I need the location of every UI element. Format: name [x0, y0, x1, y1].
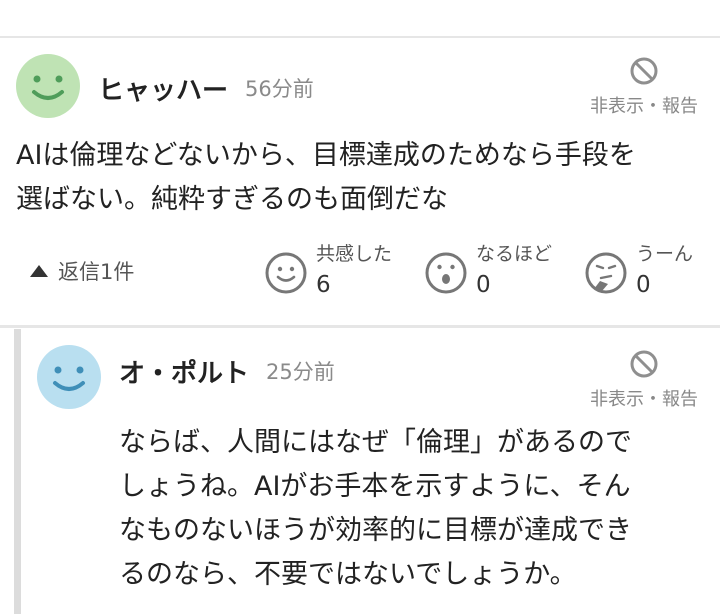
- reaction-count: 0: [636, 272, 651, 298]
- reaction-count: 6: [316, 272, 331, 298]
- timestamp: 25分前: [266, 360, 335, 384]
- comment-body: ならば、人間にはなぜ「倫理」があるので しょうね。AIがお手本を示すように、そん…: [119, 421, 714, 597]
- reaction-label: うーん: [636, 243, 694, 265]
- avatar[interactable]: [16, 54, 80, 118]
- hide-report-label: 非表示・報告: [590, 96, 698, 117]
- comment-body-line: 選ばない。純粋すぎるのも面倒だな: [16, 184, 448, 215]
- comment-body-line: ならば、人間にはなぜ「倫理」があるので: [119, 427, 632, 458]
- hide-report-button[interactable]: 非表示・報告: [579, 349, 709, 411]
- thinking-face-icon: [585, 252, 627, 294]
- reply-count-label: 返信1件: [58, 260, 135, 284]
- comment-body-line: るのなら、不要ではないでしょうか。: [119, 559, 577, 590]
- username[interactable]: ヒャッハー: [98, 70, 228, 107]
- reaction-empathy-button[interactable]: 共感した 6: [264, 239, 392, 298]
- triangle-up-icon: [30, 265, 48, 277]
- comment-body: AIは倫理などないから、目標達成のためなら手段を 選ばない。純粋すぎるのも面倒だ…: [16, 134, 716, 222]
- reaction-label: なるほど: [476, 243, 553, 265]
- ban-icon: [630, 350, 658, 378]
- hide-report-label: 非表示・報告: [590, 389, 698, 410]
- comment-body-line: なものないほうが効率的に目標が達成でき: [119, 515, 632, 546]
- avatar[interactable]: [37, 345, 101, 409]
- reply-comment: オ・ポルト 25分前 非表示・報告 ならば、人間にはなぜ「倫理」があるので しょ…: [0, 329, 720, 614]
- hide-report-button[interactable]: 非表示・報告: [579, 56, 709, 118]
- reaction-label: 共感した: [316, 243, 393, 265]
- surprised-face-icon: [425, 252, 467, 294]
- top-blank-area: [0, 0, 720, 36]
- timestamp: 56分前: [245, 77, 314, 101]
- smile-face-icon: [265, 252, 307, 294]
- reaction-insightful-button[interactable]: なるほど 0: [424, 239, 552, 298]
- ban-icon: [630, 57, 658, 85]
- reply-toggle-button[interactable]: 返信1件: [30, 256, 134, 286]
- smile-avatar-icon: [16, 54, 80, 118]
- comment-body-line: AIは倫理などないから、目標達成のためなら手段を: [16, 140, 636, 171]
- comment-body-line: しょうね。AIがお手本を示すように、そん: [119, 471, 631, 502]
- divider: [0, 325, 720, 328]
- smile-avatar-icon: [37, 345, 101, 409]
- username[interactable]: オ・ポルト: [119, 353, 249, 390]
- comment: ヒャッハー 56分前 非表示・報告 AIは倫理などないから、目標達成のためなら手…: [0, 38, 720, 325]
- reaction-hmm-button[interactable]: うーん 0: [584, 239, 693, 298]
- reaction-count: 0: [476, 272, 491, 298]
